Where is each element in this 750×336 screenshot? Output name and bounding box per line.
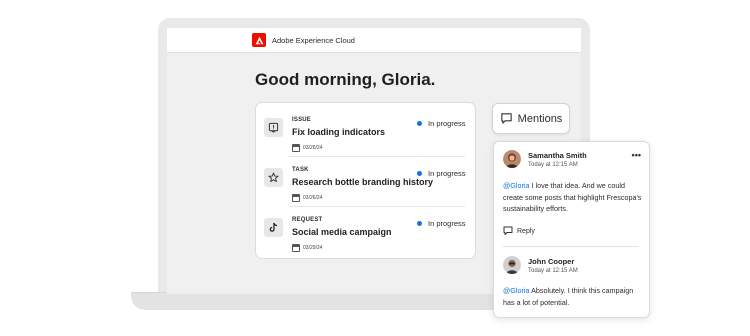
work-item-type: ISSUE — [292, 117, 312, 123]
comment-time: Today at 12:15 AM — [528, 268, 578, 274]
work-item[interactable]: REQUEST Social media campaign 03/29/24 I… — [256, 207, 475, 257]
app-title: Adobe Experience Cloud — [272, 35, 355, 45]
divider — [503, 246, 639, 247]
status-label: In progress — [428, 119, 466, 128]
app-header: Adobe Experience Cloud — [167, 28, 581, 53]
work-item[interactable]: TASK Research bottle branding history 03… — [256, 157, 475, 207]
work-item[interactable]: ISSUE Fix loading indicators 03/26/24 In… — [256, 107, 475, 157]
status-label: In progress — [428, 169, 466, 178]
more-icon[interactable]: ••• — [632, 150, 641, 160]
mentions-label: Mentions — [517, 112, 563, 125]
comment-body: @Gloria I love that idea. And we could c… — [503, 180, 645, 215]
star-icon — [264, 168, 283, 187]
mentions-button[interactable]: Mentions — [492, 103, 570, 134]
calendar-icon — [292, 194, 300, 202]
greeting-heading: Good morning, Gloria. — [255, 70, 436, 89]
avatar[interactable] — [503, 150, 521, 168]
comment-author[interactable]: John Cooper — [528, 257, 574, 266]
comments-panel: Samantha Smith Today at 12:15 AM ••• @Gl… — [493, 141, 650, 318]
work-item-type: TASK — [292, 167, 309, 173]
reply-icon — [503, 226, 513, 235]
work-item-date: 03/26/24 — [292, 144, 322, 152]
status-badge: In progress — [417, 119, 466, 128]
reply-label: Reply — [517, 227, 535, 235]
adobe-logo-icon[interactable] — [252, 33, 266, 47]
date-text: 03/26/24 — [303, 145, 323, 151]
work-item-date: 03/29/24 — [292, 244, 322, 252]
calendar-icon — [292, 244, 300, 252]
work-list-card: ISSUE Fix loading indicators 03/26/24 In… — [255, 102, 476, 259]
status-dot-icon — [417, 121, 422, 126]
status-dot-icon — [417, 221, 422, 226]
issue-icon — [264, 118, 283, 137]
comment-time: Today at 12:15 AM — [528, 162, 578, 168]
work-item-date: 03/26/24 — [292, 194, 322, 202]
date-text: 03/26/24 — [303, 195, 323, 201]
avatar[interactable] — [503, 256, 521, 274]
work-item-title[interactable]: Social media campaign — [292, 227, 392, 237]
tiktok-icon — [264, 218, 283, 237]
work-item-type: REQUEST — [292, 217, 323, 223]
comment-author[interactable]: Samantha Smith — [528, 151, 587, 160]
status-badge: In progress — [417, 169, 466, 178]
comment-body: @Gloria Absolutely. I think this campaig… — [503, 285, 645, 308]
date-text: 03/29/24 — [303, 245, 323, 251]
mention-link[interactable]: @Gloria — [503, 286, 529, 295]
work-item-title[interactable]: Fix loading indicators — [292, 127, 385, 137]
work-item-title[interactable]: Research bottle branding history — [292, 177, 433, 187]
calendar-icon — [292, 144, 300, 152]
status-dot-icon — [417, 171, 422, 176]
status-badge: In progress — [417, 219, 466, 228]
comment-icon — [500, 113, 512, 124]
status-label: In progress — [428, 219, 466, 228]
reply-button[interactable]: Reply — [503, 226, 535, 236]
mention-link[interactable]: @Gloria — [503, 181, 529, 190]
